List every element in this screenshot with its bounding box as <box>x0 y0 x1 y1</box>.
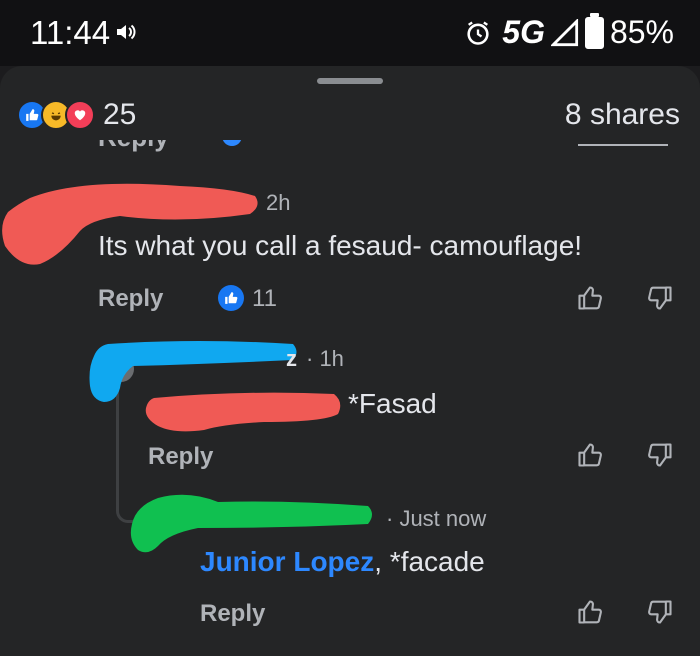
reply-button[interactable]: Reply <box>148 443 213 471</box>
battery-icon <box>584 12 604 49</box>
comment-time: 2h <box>266 190 291 215</box>
previous-like-icon <box>222 140 242 146</box>
author-name-partial[interactable]: z <box>286 346 297 372</box>
status-time: 11:44 <box>30 14 111 51</box>
thumbs-down-icon[interactable] <box>646 284 674 312</box>
status-bar: 11:44 5G 85% <box>0 0 700 66</box>
drag-handle[interactable] <box>317 78 383 84</box>
comment-text: Its what you call a fesaud- camouflage! <box>98 230 583 261</box>
comment-time: · Just now <box>386 506 487 531</box>
love-reaction-icon <box>65 100 95 130</box>
redaction-mark-red <box>145 392 341 432</box>
reaction-count: 25 <box>103 98 137 131</box>
shares-count[interactable]: 8 shares <box>565 98 680 132</box>
previous-vote-icons <box>578 140 668 146</box>
reaction-summary[interactable]: 25 <box>17 98 136 132</box>
thumbs-up-icon[interactable] <box>576 598 604 626</box>
comment-text: *Fasad <box>348 388 437 419</box>
thumbs-up-icon[interactable] <box>576 441 604 469</box>
previous-reply-label: Reply <box>98 140 169 152</box>
volume-icon <box>117 24 136 40</box>
reply-button[interactable]: Reply <box>200 600 265 628</box>
battery-percent: 85% <box>609 14 674 50</box>
comment-time: · 1h <box>306 346 344 371</box>
reply-button[interactable]: Reply <box>98 285 163 313</box>
comment-text: Junior Lopez, *facade <box>200 546 485 578</box>
like-count: 11 <box>252 285 277 312</box>
network-type: 5G <box>502 14 545 50</box>
alarm-icon <box>467 21 489 45</box>
previous-comment-cutoff: Reply <box>0 140 700 152</box>
thumbs-down-icon[interactable] <box>646 598 674 626</box>
thumbs-up-icon[interactable] <box>576 284 604 312</box>
like-badge-icon <box>218 285 244 311</box>
thumbs-down-icon[interactable] <box>646 441 674 469</box>
comment-body: , *facade <box>374 546 485 577</box>
signal-icon <box>550 18 579 46</box>
mention-link[interactable]: Junior Lopez <box>200 546 374 577</box>
